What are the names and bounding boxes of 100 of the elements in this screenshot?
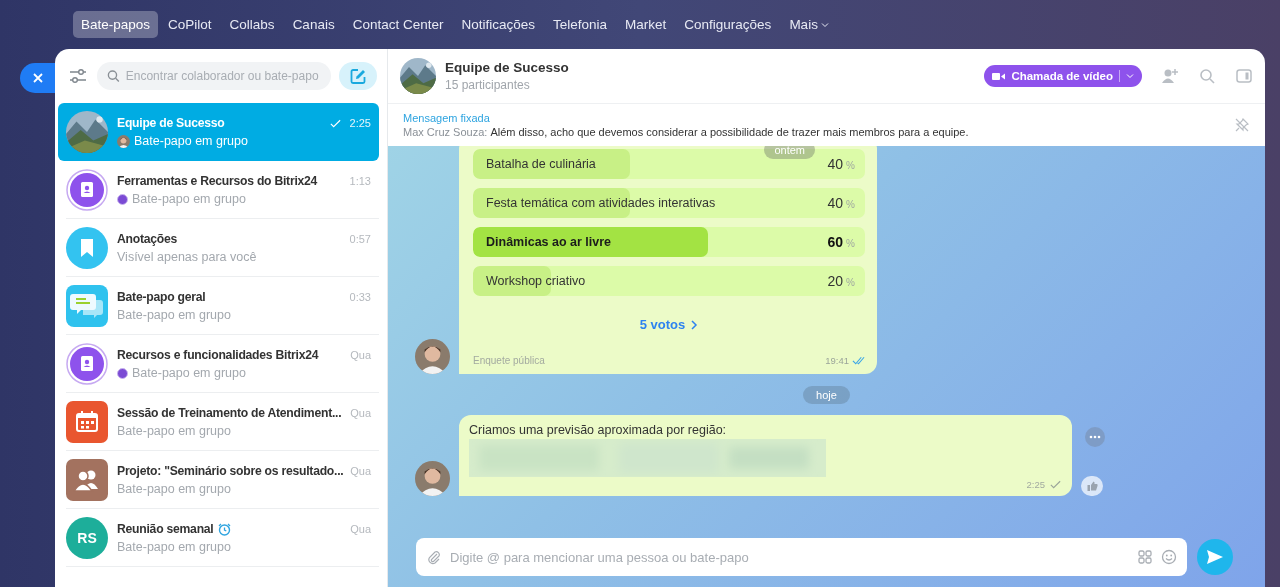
search-bar[interactable]: Encontrar colaborador ou bate-papo (97, 62, 331, 90)
unpin-icon[interactable] (1234, 117, 1250, 133)
chat-title: Anotações (117, 232, 178, 246)
chat-list-item[interactable]: Bate-papo geral 0:33 Bate-papo em grupo (58, 277, 379, 335)
contact-book-icon (66, 343, 108, 385)
new-chat-button[interactable] (339, 62, 377, 90)
option-label: Batalha de culinária (486, 157, 596, 171)
avatar-icon (117, 134, 130, 148)
chat-subtitle: Bate-papo em grupo (132, 366, 246, 380)
status-dot (117, 367, 128, 379)
paperclip-icon[interactable] (426, 549, 442, 565)
chat-title: Equipe de Sucesso (117, 116, 225, 130)
chevron-icon (691, 319, 699, 330)
initials-avatar: RS (66, 517, 108, 559)
pinned-message: Além disso, acho que devemos considerar a possibilidade de trazer mais membros para a equipe. (490, 126, 969, 138)
chat-time: Qua (350, 465, 371, 477)
chat-list-item[interactable]: Anotações 0:57 Visível apenas para você (58, 219, 379, 277)
percent-sign: % (846, 199, 855, 210)
chat-list-item[interactable]: Ferramentas e Recursos do Bitrix24 1:13 Bate-papo em grupo (58, 161, 379, 219)
sidebar-panel-icon[interactable] (1235, 67, 1253, 85)
chat-subtitle: Bate-papo em grupo (117, 424, 231, 438)
nav-tab[interactable]: Notificações (453, 11, 543, 38)
chat-time: Qua (350, 523, 371, 535)
poll-option[interactable]: Festa temática com atividades interativas 40 % (473, 188, 865, 218)
message-time: 2:25 (1026, 479, 1045, 490)
nav-tab[interactable]: Configurações (676, 11, 780, 38)
chat-subtitle: Bate-papo em grupo (132, 192, 246, 206)
caret-icon (820, 21, 829, 29)
poll-option[interactable]: Workshop criativo 20 % (473, 266, 865, 296)
chat-time: 1:13 (349, 175, 371, 187)
chat-subtitle: Bate-papo em grupo (134, 134, 248, 148)
chat-list-item[interactable]: RS Reunião semanal Qua Bate-papo em grupo (58, 509, 379, 567)
nav-tab[interactable]: CoPilot (160, 11, 220, 38)
message-time: 19:41 (825, 355, 849, 366)
nav-tab[interactable]: Telefonia (545, 11, 616, 38)
vote-percent: 60 (827, 234, 844, 250)
chat-title: Bate-papo geral (117, 290, 206, 304)
pinned-author: Max Cruz Souza: (403, 126, 488, 138)
chat-list-item[interactable]: Recursos e funcionalidades Bitrix24 Qua Bate-papo em grupo (58, 335, 379, 393)
chat-title: Equipe de Sucesso (445, 60, 570, 75)
percent-sign: % (846, 277, 855, 288)
option-label: Festa temática com atividades interativas (486, 196, 716, 210)
chat-subtitle: Bate-papo em grupo (117, 308, 231, 322)
edit-icon (349, 67, 367, 85)
add-user-icon[interactable] (1161, 67, 1179, 85)
nav-tab[interactable]: Bate-papos (73, 11, 159, 38)
chat-title: Reunião semanal (117, 522, 214, 536)
avatar-icon (415, 339, 450, 374)
status-dot (117, 193, 128, 205)
option-label: Dinâmicas ao ar livre (486, 235, 612, 249)
message-text: Criamos uma previsão aproximada por região: (469, 423, 728, 437)
more-menu[interactable]: Mais (781, 11, 837, 38)
emoji-icon[interactable] (1161, 549, 1177, 565)
chat-list-item[interactable]: Projeto: "Seminário sobre os resultado... Qua Bate-papo em grupo (58, 451, 379, 509)
date-chip: ontem (764, 146, 815, 159)
poll-type: Enquete pública (473, 355, 545, 366)
date-chip: hoje (803, 386, 850, 404)
chat-subtitle: Visível apenas para você (117, 250, 257, 264)
vote-percent: 40 (827, 156, 844, 172)
search-field[interactable]: Encontrar colaborador ou bate-papo (125, 69, 321, 83)
composer-bar[interactable]: Digite @ para mencionar uma pessoa ou bate-papo (416, 538, 1187, 576)
chat-time: 0:33 (349, 291, 371, 303)
search-icon (107, 69, 120, 83)
close-icon (31, 72, 44, 84)
apps-icon[interactable] (1137, 549, 1153, 565)
chat-title: Projeto: "Seminário sobre os resultado... (117, 464, 344, 478)
video-camera-icon (992, 71, 1006, 81)
nav-tab[interactable]: Market (617, 11, 675, 38)
caret-icon (1126, 72, 1134, 80)
chat-time: 0:57 (349, 233, 371, 245)
nav-tab[interactable]: Canais (284, 11, 343, 38)
chat-bubbles-icon (66, 285, 108, 327)
chat-list-item[interactable]: Sessão de Treinamento de Atendiment... Qua Bate-papo em grupo (58, 393, 379, 451)
poll-option[interactable]: Dinâmicas ao ar livre 60 % (473, 227, 865, 257)
percent-sign: % (846, 160, 855, 171)
video-call-button[interactable]: Chamada de vídeo (984, 65, 1142, 87)
avatar-icon (415, 461, 450, 496)
close-button[interactable] (20, 63, 55, 93)
option-label: Workshop criativo (486, 274, 586, 288)
chat-time: 2:25 (349, 117, 371, 129)
more-button[interactable] (1085, 427, 1105, 447)
chat-title: Recursos e funcionalidades Bitrix24 (117, 348, 319, 362)
percent-sign: % (846, 238, 855, 249)
vote-percent: 40 (827, 195, 844, 211)
vote-percent: 20 (827, 273, 844, 289)
group-icon (66, 459, 108, 501)
send-button[interactable] (1197, 539, 1233, 575)
nav-tab[interactable]: Collabs (221, 11, 283, 38)
chat-subtitle: Bate-papo em grupo (117, 482, 231, 496)
chat-time: Qua (350, 407, 371, 419)
thumbs-up-icon (1086, 481, 1098, 491)
chat-time: Qua (350, 349, 371, 361)
bookmark-icon (66, 227, 108, 269)
nav-tab[interactable]: Contact Center (344, 11, 452, 38)
like-button[interactable] (1081, 476, 1103, 496)
search-icon[interactable] (1198, 67, 1216, 85)
chat-title: Sessão de Treinamento de Atendiment... (117, 406, 342, 420)
contact-book-icon (66, 169, 108, 211)
pinned-label: Mensagem fixada (403, 112, 491, 124)
more-icon (1089, 435, 1101, 439)
